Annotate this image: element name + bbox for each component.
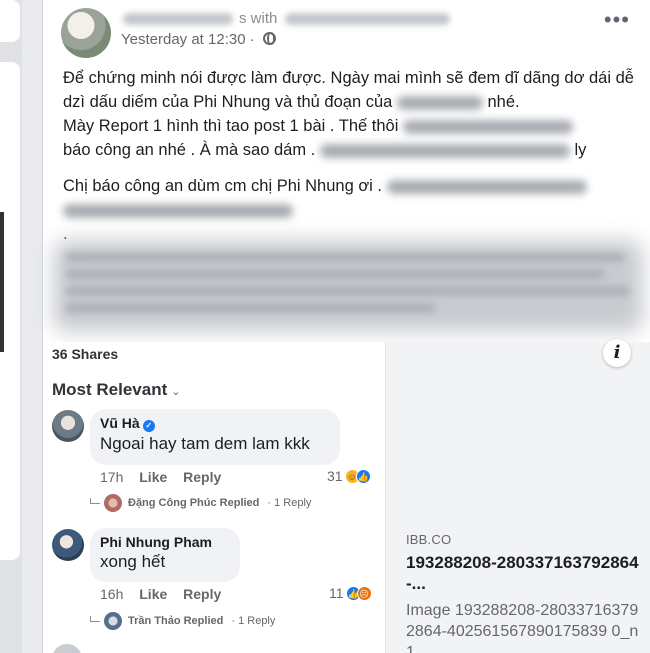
info-icon[interactable]: i xyxy=(603,339,631,367)
post-paragraph-4: Chị báo công an dùm cm chị Phi Nhung ơi … xyxy=(63,174,648,198)
reply-arrow-icon xyxy=(90,498,100,504)
blurred-text xyxy=(403,119,573,134)
shares-count[interactable]: 36 Shares xyxy=(52,346,118,362)
comment-text: Ngoai hay tam dem lam kkk xyxy=(100,434,310,453)
like-button[interactable]: Like xyxy=(139,586,167,602)
commenter-avatar[interactable] xyxy=(52,644,82,653)
post-body: Để chứng minh nói được làm được. Ngày ma… xyxy=(63,66,648,246)
commenter-avatar[interactable] xyxy=(52,410,84,442)
reply-arrow-icon xyxy=(90,616,100,622)
author-suffix: s with xyxy=(239,10,278,27)
comment-time[interactable]: 16h xyxy=(100,586,123,602)
post-card: s with Yesterday at 12:30 · ••• Để chứng… xyxy=(42,0,650,653)
more-options-button[interactable]: ••• xyxy=(604,9,630,31)
link-domain: IBB.CO xyxy=(406,532,452,547)
link-title[interactable]: 193288208-280337163792864-... xyxy=(406,552,646,594)
commenter-name[interactable]: Vũ Hà ✓ xyxy=(100,415,330,432)
reaction-summary[interactable]: 11 👍 ☹ xyxy=(329,585,372,601)
comment-bubble: Vũ Hà ✓ Ngoai hay tam dem lam kkk xyxy=(90,409,340,465)
comment-actions: 16h Like Reply xyxy=(100,586,233,602)
blurred-tagged-names xyxy=(285,13,451,26)
globe-icon xyxy=(262,32,276,45)
comments-panel: 36 Shares Most Relevant ⌄ Vũ Hà ✓ Ngoai ha… xyxy=(43,342,385,653)
blurred-author-name xyxy=(123,13,233,26)
replier-avatar xyxy=(104,494,122,512)
author-avatar[interactable] xyxy=(61,8,111,58)
post-paragraph-5 xyxy=(63,198,648,222)
comment-actions: 17h Like Reply xyxy=(100,469,233,485)
angry-reaction-icon: ☹ xyxy=(356,585,372,601)
reply-button[interactable]: Reply xyxy=(183,586,221,602)
like-button[interactable]: Like xyxy=(139,469,167,485)
comment-text: xong hết xyxy=(100,552,166,571)
post-paragraph-1: Để chứng minh nói được làm được. Ngày ma… xyxy=(63,69,634,111)
blurred-name xyxy=(396,95,483,110)
replier-avatar xyxy=(104,612,122,630)
replies-link[interactable]: Đặng Công Phúc Replied · 1 Reply xyxy=(90,494,311,512)
commenter-name[interactable]: Phi Nhung Pham xyxy=(100,534,230,550)
link-description: Image 193288208-280337163792864-40256156… xyxy=(406,602,639,653)
blurred-lines xyxy=(65,244,640,330)
blurred-text xyxy=(319,143,570,158)
blurred-text xyxy=(386,179,587,194)
timestamp-text[interactable]: Yesterday at 12:30 · xyxy=(121,31,255,48)
link-preview-panel[interactable]: i IBB.CO 193288208-280337163792864-... I… xyxy=(385,339,650,653)
reaction-count: 11 xyxy=(329,585,344,601)
left-card-top xyxy=(0,0,20,42)
post-paragraph-3: báo công an nhé . À mà sao dám . ly xyxy=(63,141,587,159)
sort-comments-dropdown[interactable]: Most Relevant ⌄ xyxy=(52,380,180,400)
reaction-count: 31 xyxy=(327,468,343,484)
post-timestamp[interactable]: Yesterday at 12:30 · xyxy=(121,31,276,48)
blurred-text xyxy=(63,203,293,218)
comment-time[interactable]: 17h xyxy=(100,469,123,485)
replies-link[interactable]: Trần Thảo Replied · 1 Reply xyxy=(90,612,275,630)
reaction-summary[interactable]: 31 ☺ 👍 xyxy=(327,468,371,484)
like-reaction-icon: 👍 xyxy=(355,468,371,484)
post-author[interactable]: s with xyxy=(123,10,451,27)
verified-badge-icon: ✓ xyxy=(142,420,155,432)
chevron-down-icon: ⌄ xyxy=(171,386,181,398)
reply-button[interactable]: Reply xyxy=(183,469,221,485)
comment-bubble: Phi Nhung Pham xong hết xyxy=(90,528,240,582)
left-card-main xyxy=(0,62,20,560)
post-paragraph-2: Mày Report 1 hình thì tao post 1 bài . T… xyxy=(63,114,648,138)
commenter-avatar[interactable] xyxy=(52,529,84,561)
